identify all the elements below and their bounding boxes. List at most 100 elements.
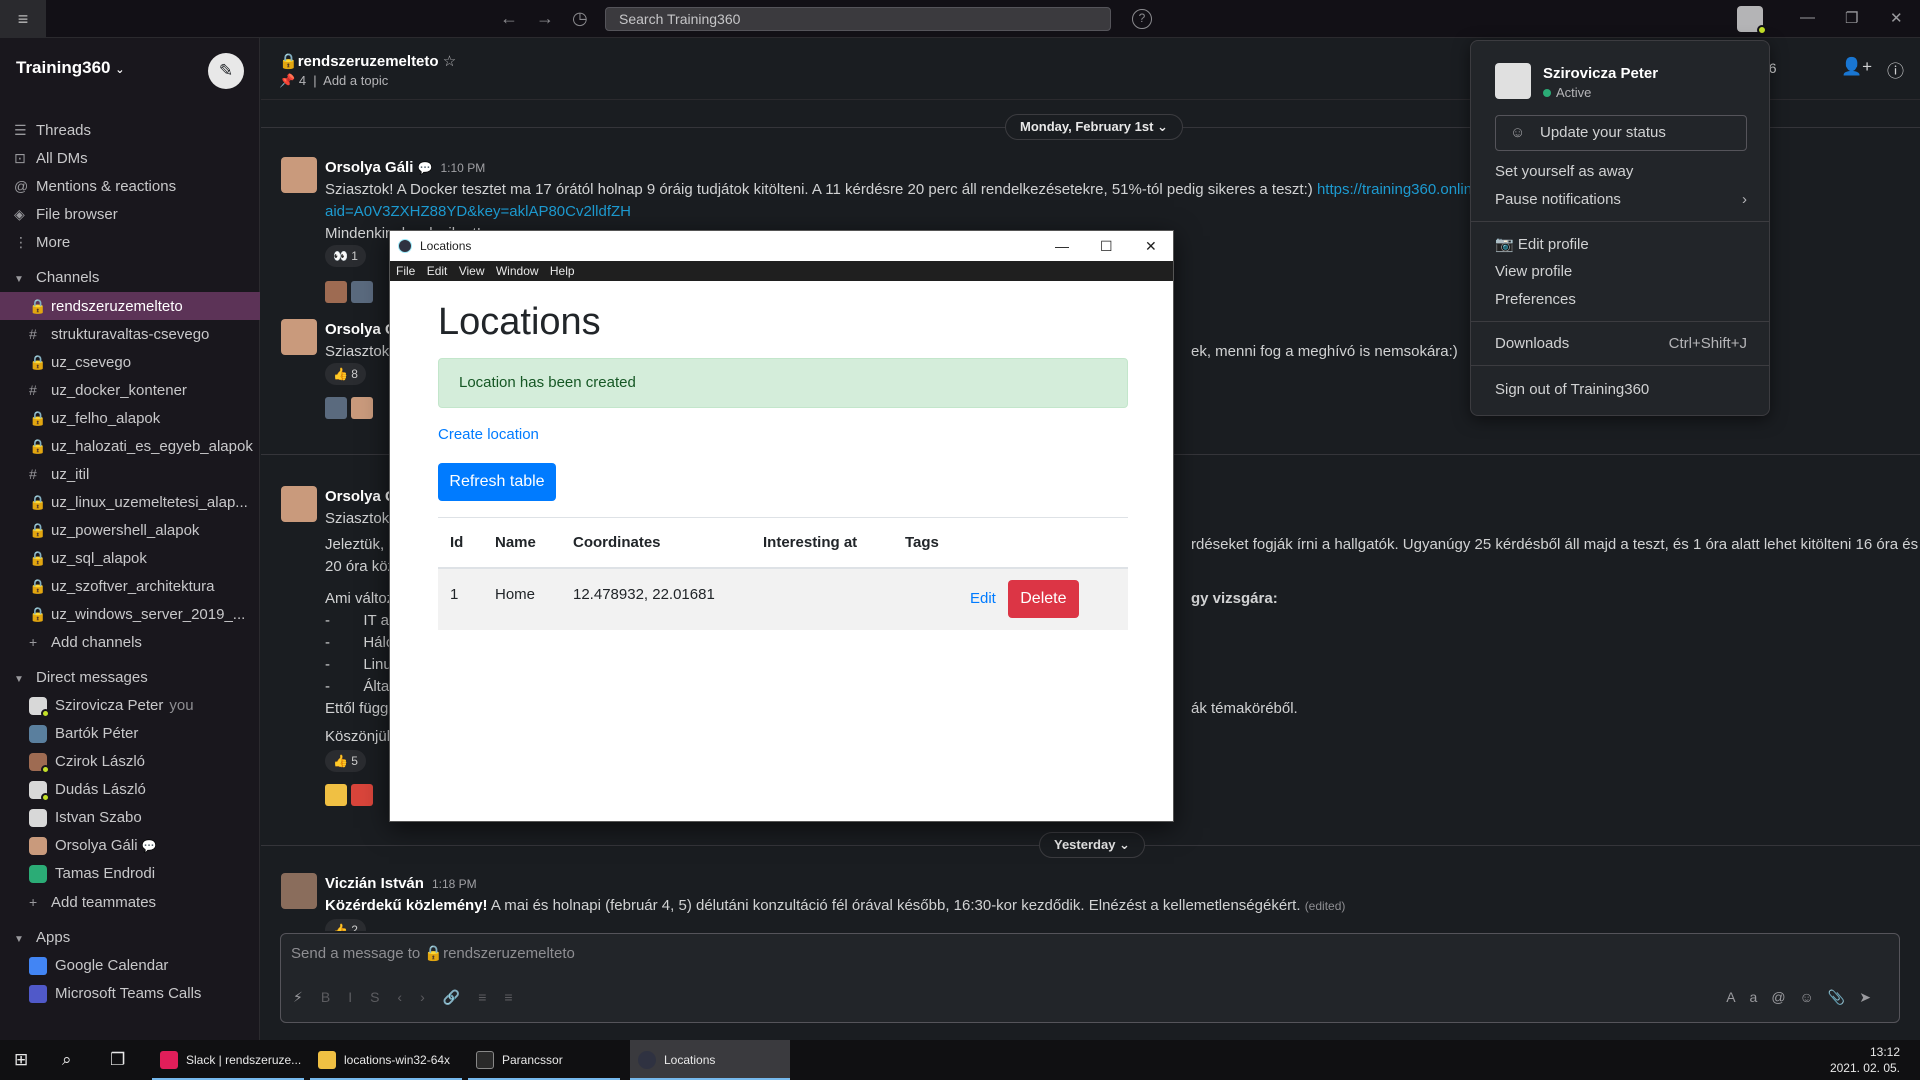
windows-start-icon[interactable]: ⊞	[14, 1050, 28, 1070]
message-composer[interactable]: Send a message to 🔒rendszeruzemelteto ⚡B…	[280, 933, 1900, 1023]
bold-icon[interactable]: B	[321, 989, 348, 1005]
code-icon[interactable]: ‹›	[397, 989, 442, 1005]
search-input[interactable]: Search Training360	[605, 7, 1111, 31]
taskbar-app-folder[interactable]: locations-win32-64x	[310, 1040, 462, 1080]
sidebar-dm[interactable]: Szirovicza Peter you	[0, 692, 260, 720]
add-member-icon[interactable]: 👤+	[1841, 57, 1872, 77]
avatar[interactable]	[281, 319, 317, 355]
menu-view[interactable]: View	[459, 264, 485, 278]
history-icon[interactable]: ◷	[572, 8, 588, 29]
sidebar-channel[interactable]: 🔒 rendszeruzemelteto	[0, 292, 260, 320]
edit-profile-item[interactable]: 📷 Edit profile	[1495, 235, 1747, 253]
restore-icon[interactable]: ❐	[1845, 9, 1858, 27]
mention-icon[interactable]: @	[1771, 989, 1799, 1005]
refresh-table-button[interactable]: Refresh table	[438, 463, 556, 501]
user-avatar[interactable]	[1737, 6, 1767, 35]
reaction[interactable]: 👍 8	[325, 363, 366, 385]
message-author[interactable]: Orsolya G	[325, 321, 397, 338]
info-icon[interactable]: ⓘ	[1887, 57, 1904, 82]
sidebar-item-file-browser[interactable]: ◈ File browser	[0, 200, 260, 228]
sidebar-dm[interactable]: Istvan Szabo	[0, 804, 260, 832]
downloads-item[interactable]: Downloads Ctrl+Shift+J	[1495, 335, 1747, 352]
minimize-icon[interactable]: —	[1800, 9, 1815, 26]
close-icon[interactable]: ✕	[1890, 9, 1903, 27]
message-author[interactable]: Orsolya G	[325, 488, 397, 505]
menu-window[interactable]: Window	[496, 264, 539, 278]
create-location-link[interactable]: Create location	[438, 426, 539, 443]
window-title-bar[interactable]: Locations — ☐ ✕	[390, 231, 1173, 261]
message-link[interactable]: https://training360.online	[1317, 181, 1480, 198]
italic-icon[interactable]: I	[348, 989, 370, 1005]
message-link[interactable]: aid=A0V3ZXHZ88YD&key=aklAP80Cv2lldfZH	[325, 203, 631, 220]
workspace-name[interactable]: Training360 ⌄	[16, 58, 124, 78]
sidebar-channel[interactable]: 🔒 uz_sql_alapok	[0, 544, 260, 572]
format-toggle[interactable]: Aa	[1726, 989, 1771, 1005]
set-away-item[interactable]: Set yourself as away	[1495, 163, 1747, 180]
update-status-input[interactable]: ☺ Update your status	[1495, 115, 1747, 151]
sidebar-dm[interactable]: Tamas Endrodi	[0, 860, 260, 888]
apps-section-header[interactable]: ▼ Apps	[0, 924, 260, 952]
avatar[interactable]	[325, 784, 347, 806]
close-icon[interactable]: ✕	[1145, 231, 1157, 261]
avatar[interactable]	[325, 397, 347, 419]
add-topic-link[interactable]: Add a topic	[323, 73, 388, 88]
star-icon[interactable]: ☆	[443, 53, 456, 70]
sidebar-channel[interactable]: # uz_docker_kontener	[0, 376, 260, 404]
sidebar-channel[interactable]: 🔒 uz_powershell_alapok	[0, 516, 260, 544]
sign-out-item[interactable]: Sign out of Training360	[1495, 381, 1747, 398]
avatar[interactable]	[351, 281, 373, 303]
reaction[interactable]: 👍 5	[325, 750, 366, 772]
sidebar-item-all-dms[interactable]: ⊡ All DMs	[0, 144, 260, 172]
maximize-icon[interactable]: ☐	[1100, 231, 1113, 261]
strike-icon[interactable]: S	[370, 989, 397, 1005]
message-time[interactable]: 1:18 PM	[432, 877, 477, 891]
sidebar-dm[interactable]: Bartók Péter	[0, 720, 260, 748]
dm-section-header[interactable]: ▼ Direct messages	[0, 664, 260, 692]
message-time[interactable]: 1:10 PM	[441, 161, 486, 175]
delete-button[interactable]: Delete	[1007, 580, 1079, 618]
forward-arrow-icon[interactable]: →	[536, 8, 554, 29]
task-view-icon[interactable]: ❐	[110, 1050, 125, 1070]
reaction[interactable]: 👍 2	[325, 919, 366, 931]
sidebar-channel[interactable]: 🔒 uz_halozati_es_egyeb_alapok	[0, 432, 260, 460]
channel-title[interactable]: 🔒rendszeruzemelteto ☆	[279, 52, 456, 70]
menu-edit[interactable]: Edit	[427, 264, 448, 278]
edit-link[interactable]: Edit	[970, 590, 996, 607]
link-icon[interactable]: 🔗	[443, 989, 478, 1005]
compose-icon[interactable]: ✎	[208, 53, 244, 89]
send-icon[interactable]: ➤	[1859, 989, 1885, 1005]
system-clock[interactable]: 13:12 2021. 02. 05.	[1830, 1044, 1900, 1076]
menu-file[interactable]: File	[396, 264, 415, 278]
taskbar-app-cmd[interactable]: Parancssor	[468, 1040, 620, 1080]
sidebar-dm[interactable]: Czirok László	[0, 748, 260, 776]
message-author[interactable]: Orsolya Gáli 💬 1:10 PM	[325, 159, 485, 176]
search-icon[interactable]: ⌕	[62, 1050, 72, 1070]
sidebar-item-more[interactable]: ⋮ More	[0, 228, 260, 256]
ordered-list-icon[interactable]: ≡	[478, 989, 504, 1005]
hamburger-menu-icon[interactable]: ≡	[0, 0, 46, 38]
pause-notifications-item[interactable]: Pause notifications ›	[1495, 191, 1747, 208]
sidebar-channel[interactable]: 🔒 uz_windows_server_2019_...	[0, 600, 260, 628]
avatar[interactable]	[351, 784, 373, 806]
avatar[interactable]	[351, 397, 373, 419]
message-author[interactable]: Viczián István 1:18 PM	[325, 875, 477, 892]
sidebar-dm[interactable]: Dudás László	[0, 776, 260, 804]
shortcuts-icon[interactable]: ⚡	[293, 989, 321, 1005]
bullet-list-icon[interactable]: ≡	[504, 989, 530, 1005]
sidebar-item-mentions[interactable]: @ Mentions & reactions	[0, 172, 260, 200]
sidebar-dm[interactable]: Orsolya Gáli 💬	[0, 832, 260, 860]
pin-icon[interactable]: 📌	[279, 73, 295, 88]
avatar[interactable]	[281, 157, 317, 193]
sidebar-channel[interactable]: 🔒 uz_csevego	[0, 348, 260, 376]
emoji-icon[interactable]: ☺	[1800, 989, 1828, 1005]
sidebar-channel[interactable]: 🔒 uz_linux_uzemeltetesi_alap...	[0, 488, 260, 516]
sidebar-app[interactable]: Google Calendar	[0, 952, 260, 980]
add-teammates-button[interactable]: + Add teammates	[0, 888, 260, 916]
avatar[interactable]	[281, 486, 317, 522]
add-channels-button[interactable]: + Add channels	[0, 628, 260, 656]
back-arrow-icon[interactable]: ←	[500, 8, 518, 29]
reaction[interactable]: 👀 1	[325, 245, 366, 267]
sidebar-channel[interactable]: 🔒 uz_szoftver_architektura	[0, 572, 260, 600]
date-divider[interactable]: Monday, February 1st ⌄	[1005, 114, 1183, 140]
sidebar-app[interactable]: Microsoft Teams Calls	[0, 980, 260, 1008]
